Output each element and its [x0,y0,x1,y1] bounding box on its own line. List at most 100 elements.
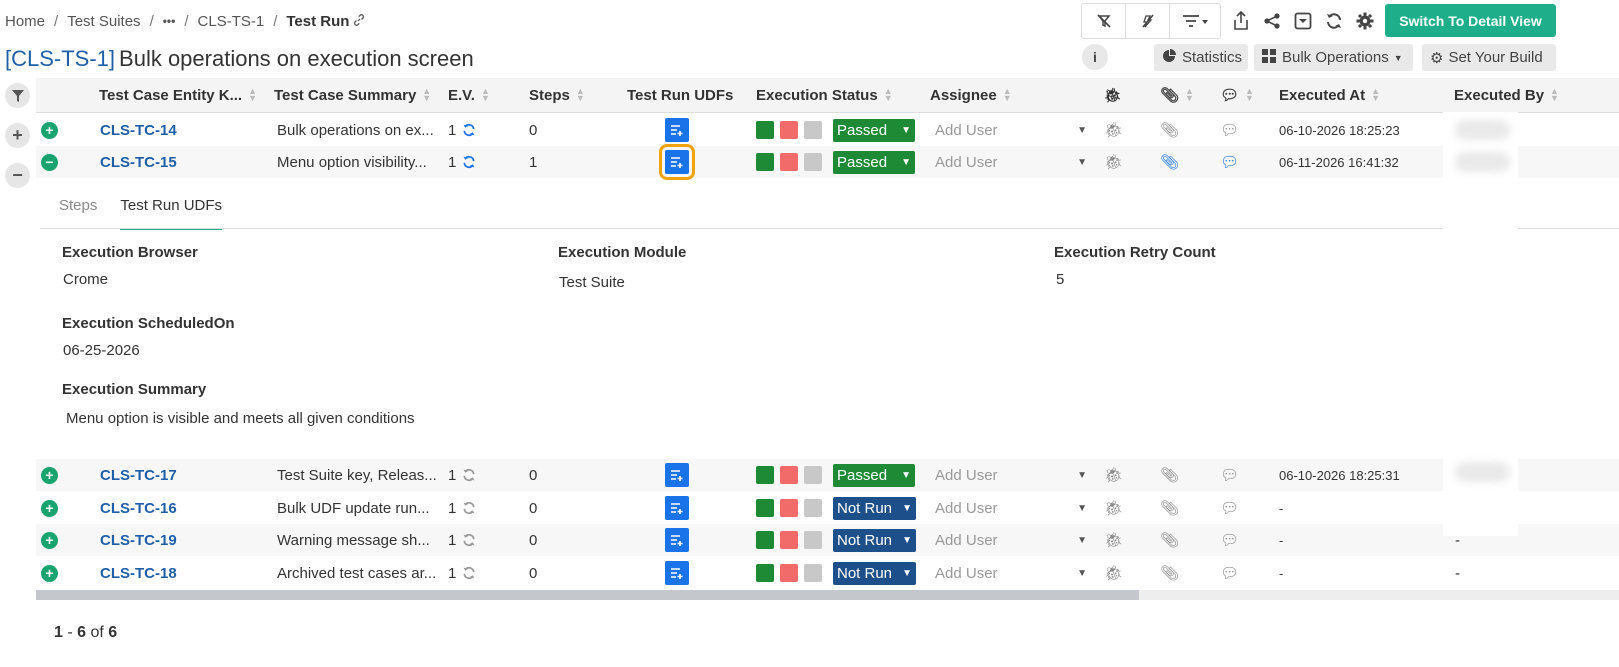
test-run-udfs-button[interactable] [665,118,689,142]
pass-quick-button[interactable] [756,499,774,517]
column-attachments[interactable]: 📎︎ ▲ ▼ [1160,78,1194,112]
filter-icon[interactable] [5,83,30,108]
breadcrumb-home[interactable]: Home [5,13,45,30]
attachment-icon[interactable]: 📎︎ [1160,146,1179,178]
column-ev[interactable]: E.V. ▲ ▼ [448,78,490,112]
attachment-icon[interactable]: 📎︎ [1160,557,1179,589]
export-icon[interactable] [1225,4,1256,38]
column-executed-by[interactable]: Executed By ▲ ▼ [1454,78,1559,112]
fail-quick-button[interactable] [780,121,798,139]
bug-icon[interactable]: 🐞︎ [1104,492,1123,524]
pass-quick-button[interactable] [756,121,774,139]
column-assignee[interactable]: Assignee ▲ ▼ [930,78,1012,112]
assignee-select[interactable]: Add User ▼ [935,557,1087,589]
not-run-quick-button[interactable] [804,564,822,582]
bug-icon[interactable]: 🐞︎ [1104,524,1123,556]
test-run-udfs-button[interactable] [665,528,689,552]
comment-icon[interactable]: 💬︎ [1220,492,1239,524]
test-case-key-link[interactable]: CLS-TC-16 [100,492,177,524]
test-case-key-link[interactable]: CLS-TC-14 [100,114,177,146]
test-case-key-link[interactable]: CLS-TC-15 [100,146,177,178]
expand-row-icon[interactable]: + [41,492,58,524]
refresh-version-icon[interactable] [462,501,476,515]
fail-quick-button[interactable] [780,499,798,517]
bug-icon[interactable]: 🐞︎ [1104,459,1123,491]
horizontal-scrollbar[interactable] [36,590,1619,600]
breadcrumb-ellipsis[interactable]: ••• [163,14,176,28]
expand-row-icon[interactable]: + [41,557,58,589]
sort-filter-icon[interactable] [1170,4,1220,38]
assignee-select[interactable]: Add User ▼ [935,146,1087,178]
udf-list-icon[interactable] [665,492,689,524]
attachment-icon[interactable]: 📎︎ [1160,114,1179,146]
pass-quick-button[interactable] [756,466,774,484]
not-run-quick-button[interactable] [804,499,822,517]
comment-icon[interactable]: 💬︎ [1220,114,1239,146]
set-your-build-button[interactable]: ⚙ Set Your Build [1422,44,1556,71]
not-run-quick-button[interactable] [804,466,822,484]
udf-list-icon[interactable] [665,524,689,556]
udf-value-scheduled-on[interactable]: 06-25-2026 [63,342,140,359]
clear-flag-icon[interactable] [1126,4,1170,38]
refresh-version-icon[interactable] [462,155,476,169]
collapse-row-icon[interactable]: − [41,146,58,178]
expand-row-icon[interactable]: + [41,459,58,491]
attachment-icon[interactable]: 📎︎ [1160,459,1179,491]
execution-status-dropdown[interactable]: Passed ▼ [833,150,915,174]
assignee-select[interactable]: Add User ▼ [935,492,1087,524]
execution-status-dropdown[interactable]: Not Run ▼ [833,528,916,552]
info-icon[interactable]: i [1082,44,1108,70]
expand-row-icon[interactable]: + [41,524,58,556]
refresh-version-icon[interactable] [462,123,476,137]
comment-icon[interactable]: 💬︎ [1220,524,1239,556]
test-run-udfs-button[interactable] [665,496,689,520]
assignee-select[interactable]: Add User ▼ [935,114,1087,146]
fail-quick-button[interactable] [780,531,798,549]
refresh-version-icon[interactable] [462,468,476,482]
test-run-udfs-button[interactable] [665,463,689,487]
collapse-panel-icon[interactable] [1287,4,1318,38]
attachment-icon[interactable]: 📎︎ [1160,492,1179,524]
execution-status-dropdown[interactable]: Passed ▼ [833,463,915,487]
not-run-quick-button[interactable] [804,531,822,549]
breadcrumb-test-suites[interactable]: Test Suites [67,13,140,30]
assignee-select[interactable]: Add User ▼ [935,524,1087,556]
breadcrumb-suite[interactable]: CLS-TS-1 [198,13,265,30]
test-case-key-link[interactable]: CLS-TC-17 [100,459,177,491]
fail-quick-button[interactable] [780,466,798,484]
column-entity-key[interactable]: Test Case Entity K... ▲ ▼ [99,78,257,112]
test-case-key-link[interactable]: CLS-TC-19 [100,524,177,556]
udf-value-retry-count[interactable]: 5 [1056,271,1064,288]
column-executed-at[interactable]: Executed At ▲ ▼ [1279,78,1380,112]
expand-all-icon[interactable]: + [5,123,30,148]
fail-quick-button[interactable] [780,564,798,582]
udf-value-summary[interactable]: Menu option is visible and meets all giv… [66,410,415,427]
pass-quick-button[interactable] [756,531,774,549]
execution-status-dropdown[interactable]: Not Run ▼ [833,561,916,585]
switch-to-detail-view-button[interactable]: Switch To Detail View [1385,4,1556,37]
settings-icon[interactable] [1349,4,1380,38]
attachment-icon[interactable]: 📎︎ [1160,524,1179,556]
test-run-udfs-button[interactable] [665,561,689,585]
column-steps[interactable]: Steps ▲ ▼ [529,78,585,112]
expand-row-icon[interactable]: + [41,114,58,146]
column-summary[interactable]: Test Case Summary ▲ ▼ [274,78,431,112]
not-run-quick-button[interactable] [804,153,822,171]
not-run-quick-button[interactable] [804,121,822,139]
column-comments[interactable]: 💬︎ ▲ ▼ [1220,78,1254,112]
udf-list-icon[interactable] [665,557,689,589]
execution-status-dropdown[interactable]: Not Run ▼ [833,496,916,520]
refresh-version-icon[interactable] [462,566,476,580]
column-execution-status[interactable]: Execution Status ▲ ▼ [756,78,893,112]
bug-icon[interactable]: 🐞︎ [1104,114,1123,146]
scrollbar-thumb[interactable] [36,590,1139,600]
udf-list-icon[interactable] [665,114,689,146]
bug-icon[interactable]: 🐞︎ [1104,146,1123,178]
share-icon[interactable] [1256,4,1287,38]
collapse-all-icon[interactable]: − [5,163,30,188]
refresh-version-icon[interactable] [462,533,476,547]
comment-icon[interactable]: 💬︎ [1220,146,1239,178]
udf-value-browser[interactable]: Crome [63,271,108,288]
udf-list-icon[interactable] [659,144,695,180]
execution-status-dropdown[interactable]: Passed ▼ [833,118,915,142]
